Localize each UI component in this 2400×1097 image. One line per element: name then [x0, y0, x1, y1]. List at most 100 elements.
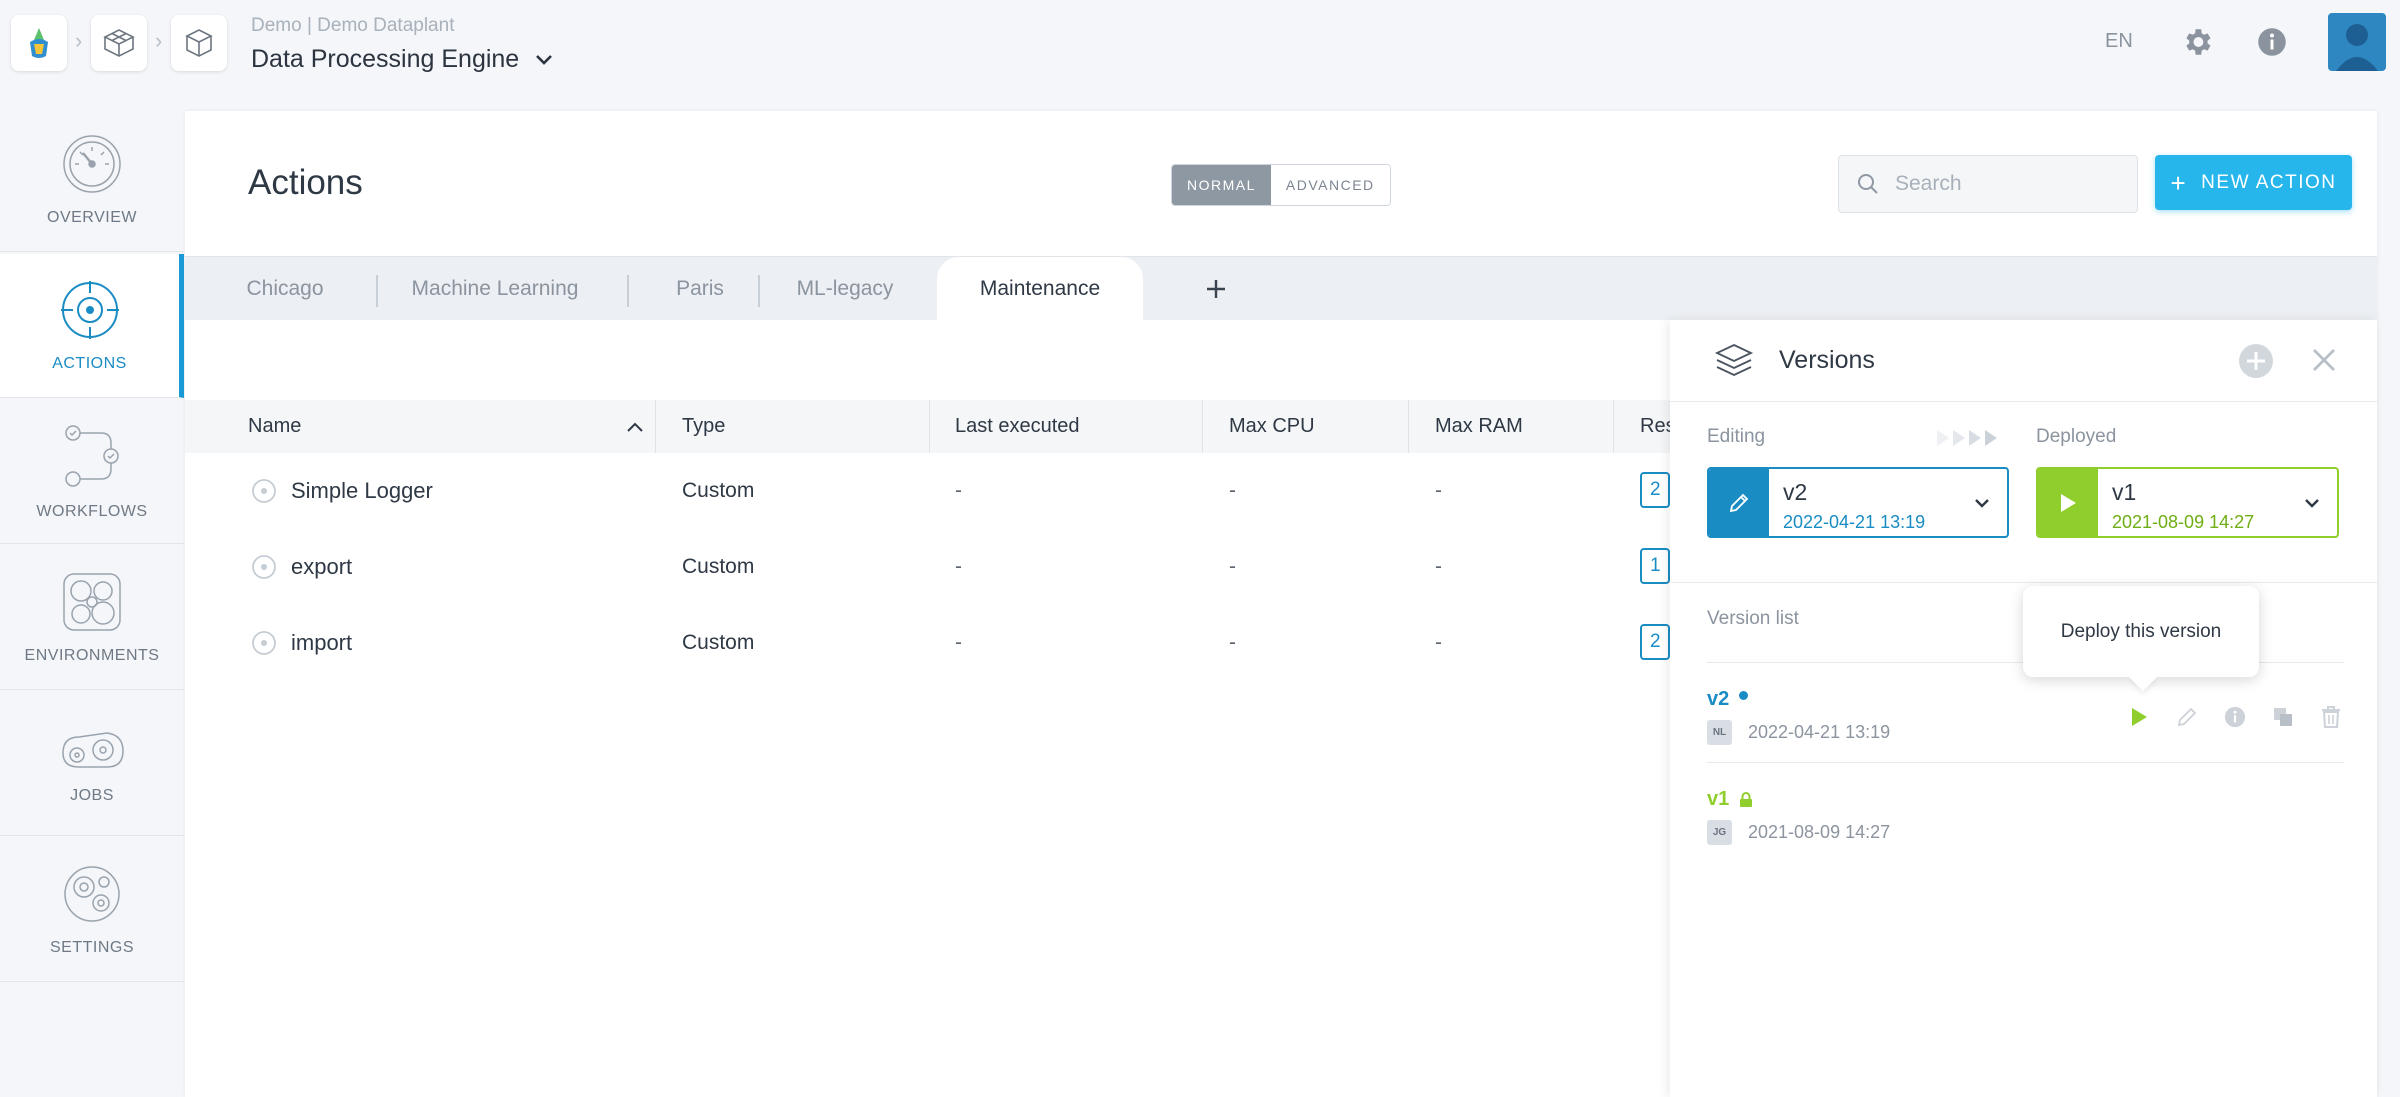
editing-version-name: v2: [1783, 479, 1808, 505]
app-logo-button[interactable]: [11, 15, 67, 71]
cubes-icon: [103, 29, 135, 57]
column-header-type[interactable]: Type: [682, 400, 725, 453]
edit-version-button[interactable]: [2174, 704, 2200, 730]
tab-bar: Chicago Machine Learning Paris ML-legacy…: [185, 256, 2377, 321]
add-tab-button[interactable]: [1200, 273, 1232, 305]
project-selector[interactable]: Data Processing Engine: [251, 45, 553, 74]
resource-badge: 2: [1640, 624, 1670, 660]
table-header: Name Type Last executed Max CPU Max RAM …: [185, 400, 1670, 453]
breadcrumb-organization-button[interactable]: [91, 15, 147, 71]
plus-icon: +: [2170, 167, 2188, 198]
version-list-item[interactable]: v2 NL 2022-04-21 13:19: [1707, 688, 2344, 788]
max-ram: -: [1435, 631, 1442, 654]
mode-advanced-button[interactable]: ADVANCED: [1270, 165, 1390, 205]
language-selector[interactable]: EN: [2105, 30, 2133, 53]
action-status-icon: [252, 478, 276, 503]
version-info-button[interactable]: [2222, 704, 2248, 730]
sidebar-item-overview[interactable]: Overview: [0, 108, 184, 252]
breadcrumb-separator: ›: [155, 28, 163, 53]
user-icon: [2336, 24, 2378, 71]
search-input[interactable]: [1895, 172, 2115, 196]
editing-label: Editing: [1707, 426, 1766, 447]
delete-version-button[interactable]: [2318, 704, 2344, 730]
page-title: Actions: [248, 163, 363, 202]
tab-divider: [627, 275, 629, 307]
version-name-wrap: v2: [1707, 688, 1749, 711]
table-row[interactable]: export Custom - - - 1: [185, 529, 1670, 604]
new-action-button[interactable]: + NEW ACTION: [2155, 155, 2352, 210]
deployed-version-selector[interactable]: v1 2021-08-09 14:27: [2036, 467, 2339, 538]
resource-badge: 1: [1640, 548, 1670, 584]
sort-ascending-icon[interactable]: [626, 421, 644, 433]
settings-button[interactable]: [2179, 24, 2215, 60]
editing-version-date: 2022-04-21 13:19: [1783, 512, 1926, 532]
user-avatar[interactable]: [2328, 13, 2386, 71]
versions-panel: Versions Editing Deployed v2 2022-04-21 …: [1670, 320, 2377, 1097]
action-name: import: [291, 630, 353, 655]
deploy-tooltip: Deploy this version: [2023, 586, 2259, 677]
close-icon[interactable]: [2311, 347, 2337, 373]
action-status-icon: [252, 554, 276, 579]
sidebar-item-jobs[interactable]: Jobs: [0, 692, 184, 836]
gear-icon: [64, 865, 120, 922]
tab-ml-legacy[interactable]: ML-legacy: [775, 257, 915, 321]
breadcrumb-project-button[interactable]: [171, 15, 227, 71]
action-type: Custom: [682, 631, 755, 654]
edit-icon-wrap: [1709, 469, 1769, 536]
duplicate-version-button[interactable]: [2270, 704, 2296, 730]
layers-icon: [1714, 344, 1754, 376]
jobs-icon: [62, 731, 124, 768]
chevron-down-icon: [2305, 498, 2319, 508]
column-header-resources[interactable]: Res: [1640, 400, 1670, 453]
sidebar-item-label: Jobs: [70, 786, 114, 804]
max-ram: -: [1435, 479, 1442, 502]
versions-title: Versions: [1779, 346, 1875, 374]
chevron-wrap: [2287, 469, 2337, 536]
last-executed: -: [955, 555, 962, 578]
search-icon: [1858, 174, 1878, 194]
table-row[interactable]: Simple Logger Custom - - - 2: [185, 453, 1670, 528]
tab-maintenance[interactable]: Maintenance: [937, 257, 1143, 321]
column-divider: [655, 400, 656, 453]
sidebar-item-environments[interactable]: Environments: [0, 546, 184, 690]
project-organization-label: Demo | Demo Dataplant: [251, 15, 455, 36]
chevron-down-icon: [536, 54, 553, 65]
column-header-name[interactable]: Name: [248, 400, 301, 453]
editing-version-selector[interactable]: v2 2022-04-21 13:19: [1707, 467, 2009, 538]
tab-chicago[interactable]: Chicago: [225, 257, 345, 321]
workflow-icon: [65, 424, 119, 487]
column-header-max-cpu[interactable]: Max CPU: [1229, 400, 1315, 453]
tab-machine-learning[interactable]: Machine Learning: [395, 257, 595, 321]
action-name: Simple Logger: [291, 478, 433, 503]
mode-toggle: NORMAL ADVANCED: [1171, 164, 1391, 206]
sidebar-item-settings[interactable]: Settings: [0, 838, 184, 982]
info-button[interactable]: [2254, 24, 2290, 60]
add-version-icon[interactable]: [2238, 343, 2274, 379]
deployed-version-name: v1: [2112, 479, 2137, 505]
column-divider: [1613, 400, 1614, 453]
resource-badge: 2: [1640, 472, 1670, 508]
divider: [1707, 762, 2344, 763]
tab-paris[interactable]: Paris: [645, 257, 755, 321]
deploy-version-button[interactable]: [2126, 704, 2152, 730]
gear-icon: [2186, 29, 2211, 55]
box-icon: [185, 29, 213, 57]
action-name: export: [291, 554, 353, 579]
environment-icon: [63, 572, 121, 631]
current-dot-icon: [1739, 691, 1749, 700]
version-list-item[interactable]: v1 JG 2021-08-09 14:27: [1707, 788, 2344, 888]
column-header-max-ram[interactable]: Max RAM: [1435, 400, 1523, 453]
last-executed: -: [955, 631, 962, 654]
pencil-icon: [1729, 493, 1749, 512]
column-header-last-executed[interactable]: Last executed: [955, 400, 1080, 453]
sidebar-item-label: Environments: [24, 646, 160, 664]
deployed-version-date: 2021-08-09 14:27: [2112, 512, 2255, 532]
mode-normal-button[interactable]: NORMAL: [1172, 165, 1271, 205]
action-type: Custom: [682, 479, 755, 502]
sidebar-item-label: Actions: [52, 354, 127, 372]
sidebar-item-actions[interactable]: Actions: [0, 254, 184, 398]
table-row[interactable]: import Custom - - - 2: [185, 605, 1670, 680]
sidebar-item-workflows[interactable]: Workflows: [0, 400, 184, 544]
logo-icon: [30, 28, 48, 58]
row-name-cell: Simple Logger: [251, 453, 433, 528]
